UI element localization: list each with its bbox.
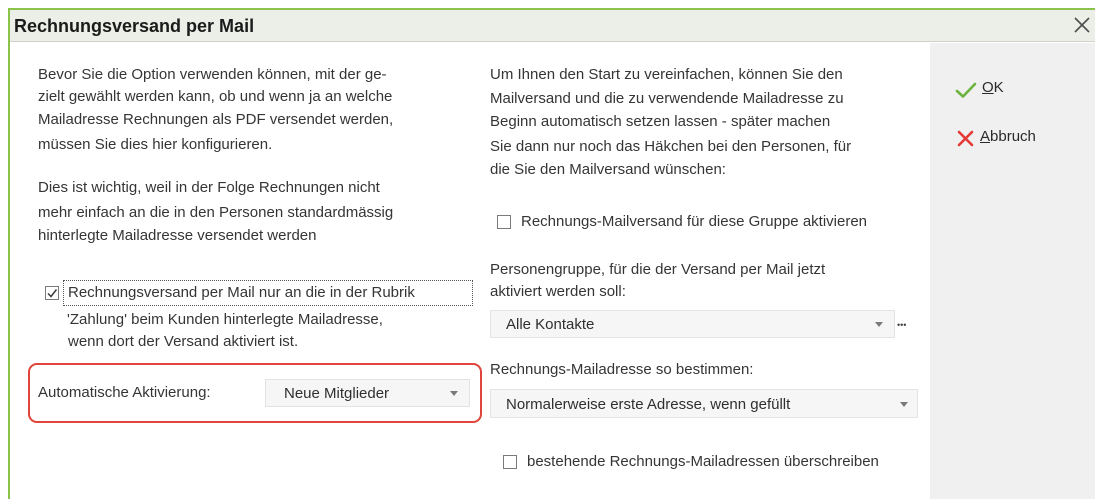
person-group-label: Personengruppe, für die der Versand per … bbox=[490, 261, 826, 278]
dialog-title: Rechnungsversand per Mail bbox=[14, 16, 255, 36]
invoice-mail-dialog: Rechnungsversand per Mail Bevor Sie die … bbox=[0, 0, 1095, 499]
overwrite-label[interactable]: bestehende Rechnungs-Mailadressen übersc… bbox=[527, 453, 879, 471]
note-text-line: hinterlegte Mailadresse versendet werden bbox=[38, 227, 317, 244]
chevron-down-icon bbox=[450, 391, 458, 396]
start-help-line: Beginn automatisch setzen lassen - späte… bbox=[490, 113, 831, 130]
rubrik-only-label[interactable]: wenn dort der Versand aktiviert ist. bbox=[68, 333, 298, 351]
start-help-line: Mailversand und die zu verwendende Maila… bbox=[490, 90, 844, 107]
note-text-line: mehr einfach an die in den Personen stan… bbox=[38, 204, 394, 221]
address-mode-select[interactable]: Normalerweise erste Adresse, wenn gefüll… bbox=[490, 389, 918, 418]
checkmark-icon bbox=[47, 289, 58, 298]
action-panel: OK Abbruch bbox=[930, 43, 1095, 499]
group-mailing-checkbox[interactable] bbox=[497, 215, 511, 229]
cancel-label[interactable]: Abbruch bbox=[980, 128, 1036, 146]
address-mode-value: Normalerweise erste Adresse, wenn gefüll… bbox=[506, 396, 791, 413]
rubrik-only-label[interactable]: 'Zahlung' beim Kunden hinterlegte Mailad… bbox=[67, 311, 383, 329]
chevron-down-icon bbox=[875, 322, 883, 327]
intro-text-line: müssen Sie dies hier konfigurieren. bbox=[38, 136, 273, 153]
chevron-down-icon bbox=[900, 402, 908, 407]
intro-text-line: zielt gewählt werden kann, ob und wenn j… bbox=[38, 88, 393, 105]
title-bar[interactable]: Rechnungsversand per Mail bbox=[10, 10, 1095, 42]
close-icon[interactable] bbox=[1073, 16, 1091, 34]
rubrik-only-checkbox[interactable] bbox=[45, 286, 59, 300]
intro-text-line: Mailadresse Rechnungen als PDF versendet… bbox=[38, 111, 394, 128]
auto-activation-label: Automatische Aktivierung: bbox=[38, 384, 211, 401]
auto-activation-value: Neue Mitglieder bbox=[284, 385, 390, 402]
person-group-select[interactable]: Alle Kontakte bbox=[490, 310, 895, 338]
dialog-border-left bbox=[8, 8, 10, 499]
more-options-button[interactable]: ••• bbox=[897, 318, 906, 332]
start-help-line: die Sie den Mailversand wünschen: bbox=[490, 161, 726, 178]
person-group-label: aktiviert werden soll: bbox=[490, 283, 626, 300]
start-help-line: Um Ihnen den Start zu vereinfachen, könn… bbox=[490, 66, 843, 83]
rubrik-only-label[interactable]: Rechnungsversand per Mail nur an die in … bbox=[68, 284, 415, 302]
person-group-value: Alle Kontakte bbox=[506, 316, 595, 333]
note-text-line: Dies ist wichtig, weil in der Folge Rech… bbox=[38, 179, 380, 196]
intro-text-line: Bevor Sie die Option verwenden können, m… bbox=[38, 66, 387, 83]
cross-icon[interactable] bbox=[957, 130, 974, 147]
address-mode-label: Rechnungs-Mailadresse so bestimmen: bbox=[490, 361, 754, 378]
auto-activation-select[interactable]: Neue Mitglieder bbox=[265, 379, 470, 407]
check-icon[interactable] bbox=[955, 81, 977, 99]
group-mailing-label[interactable]: Rechnungs-Mailversand für diese Gruppe a… bbox=[521, 213, 867, 231]
start-help-line: Sie dann nur noch das Häkchen bei den Pe… bbox=[490, 138, 852, 155]
ok-label[interactable]: OK bbox=[982, 79, 1004, 97]
overwrite-checkbox[interactable] bbox=[503, 455, 517, 469]
